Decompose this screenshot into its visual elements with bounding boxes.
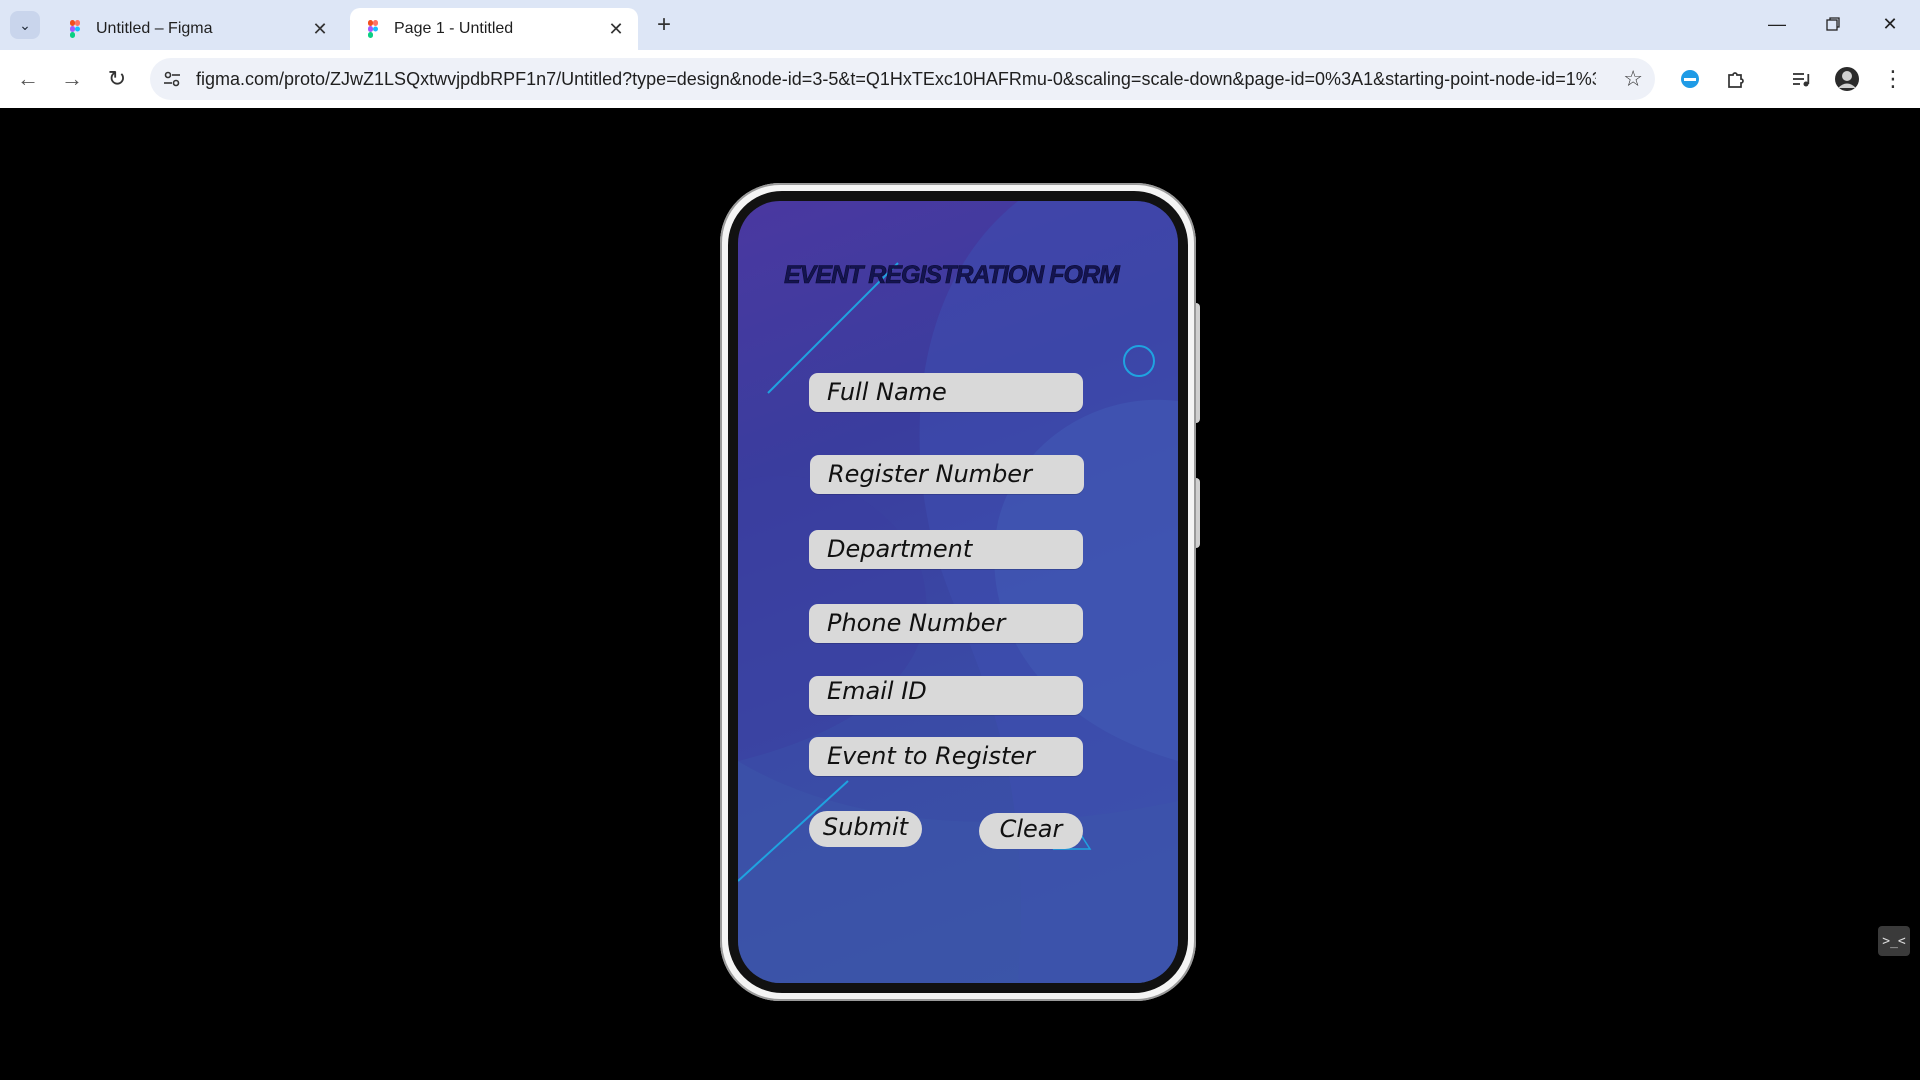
more-vertical-icon[interactable]: ⋮ [1878, 64, 1908, 94]
clear-label: Clear [999, 815, 1063, 843]
figma-icon [364, 20, 382, 38]
close-window-button[interactable]: ✕ [1870, 8, 1910, 40]
minimize-button[interactable]: — [1757, 8, 1797, 40]
close-icon[interactable]: ✕ [308, 17, 332, 41]
submit-label: Submit [822, 813, 909, 841]
avatar[interactable] [1832, 64, 1862, 94]
browser-tab-bar: ⌄ Untitled – Figma ✕ Page 1 - Untitled ✕… [0, 0, 1920, 50]
address-bar[interactable]: figma.com/proto/ZJwZ1LSQxtwvjpdbRPF1n7/U… [150, 58, 1655, 100]
tab-page-1-untitled[interactable]: Page 1 - Untitled ✕ [350, 8, 638, 50]
tab-list-button[interactable]: ⌄ [10, 11, 40, 39]
reload-button[interactable]: ↻ [101, 63, 133, 95]
clear-button[interactable]: Clear [979, 813, 1083, 849]
department-field[interactable]: Department [809, 530, 1083, 569]
arrow-right-icon: → [61, 66, 83, 91]
new-tab-button[interactable]: + [650, 11, 678, 39]
tune-icon[interactable] [162, 69, 182, 89]
tab-title: Page 1 - Untitled [394, 20, 514, 37]
close-icon: ✕ [1882, 13, 1898, 34]
restore-button[interactable] [1813, 8, 1853, 40]
field-label: Email ID [827, 677, 927, 705]
devtools-toggle-label: >_< [1882, 933, 1906, 949]
back-button[interactable]: ← [12, 63, 44, 95]
register-number-field[interactable]: Register Number [810, 455, 1084, 494]
email-id-field[interactable]: Email ID [809, 676, 1083, 715]
star-icon[interactable]: ☆ [1623, 66, 1643, 92]
plus-icon: + [656, 11, 671, 38]
reload-icon: ↻ [107, 66, 127, 91]
field-label: Register Number [828, 460, 1032, 488]
media-queue-icon[interactable] [1786, 64, 1816, 94]
tab-untitled-figma[interactable]: Untitled – Figma ✕ [52, 8, 342, 50]
extension-icon[interactable] [1675, 64, 1705, 94]
tab-title: Untitled – Figma [96, 20, 213, 37]
background-decoration [738, 201, 1178, 983]
prototype-canvas: EVENT REGISTRATION FORM Full Name Regist… [0, 108, 1920, 1080]
minimize-icon: — [1768, 13, 1786, 34]
url-text[interactable]: figma.com/proto/ZJwZ1LSQxtwvjpdbRPF1n7/U… [196, 69, 1596, 90]
event-to-register-field[interactable]: Event to Register [809, 737, 1083, 776]
form-title: EVENT REGISTRATION FORM [784, 261, 1120, 290]
field-label: Full Name [827, 378, 947, 406]
figma-icon [66, 20, 84, 38]
browser-toolbar: ← → ↻ figma.com/proto/ZJwZ1LSQxtwvjpdbRP… [0, 50, 1920, 108]
puzzle-icon[interactable] [1721, 64, 1751, 94]
chevron-down-icon: ⌄ [19, 16, 31, 33]
close-icon[interactable]: ✕ [604, 17, 628, 41]
submit-button[interactable]: Submit [809, 811, 922, 847]
forward-button[interactable]: → [56, 63, 88, 95]
field-label: Department [827, 535, 973, 563]
phone-screen: EVENT REGISTRATION FORM Full Name Regist… [738, 201, 1178, 983]
restore-icon [1826, 17, 1840, 31]
arrow-left-icon: ← [17, 66, 39, 91]
phone-number-field[interactable]: Phone Number [809, 604, 1083, 643]
full-name-field[interactable]: Full Name [809, 373, 1083, 412]
field-label: Event to Register [827, 742, 1035, 770]
field-label: Phone Number [827, 609, 1006, 637]
devtools-toggle-button[interactable]: >_< [1878, 926, 1910, 956]
phone-frame: EVENT REGISTRATION FORM Full Name Regist… [720, 183, 1196, 1001]
